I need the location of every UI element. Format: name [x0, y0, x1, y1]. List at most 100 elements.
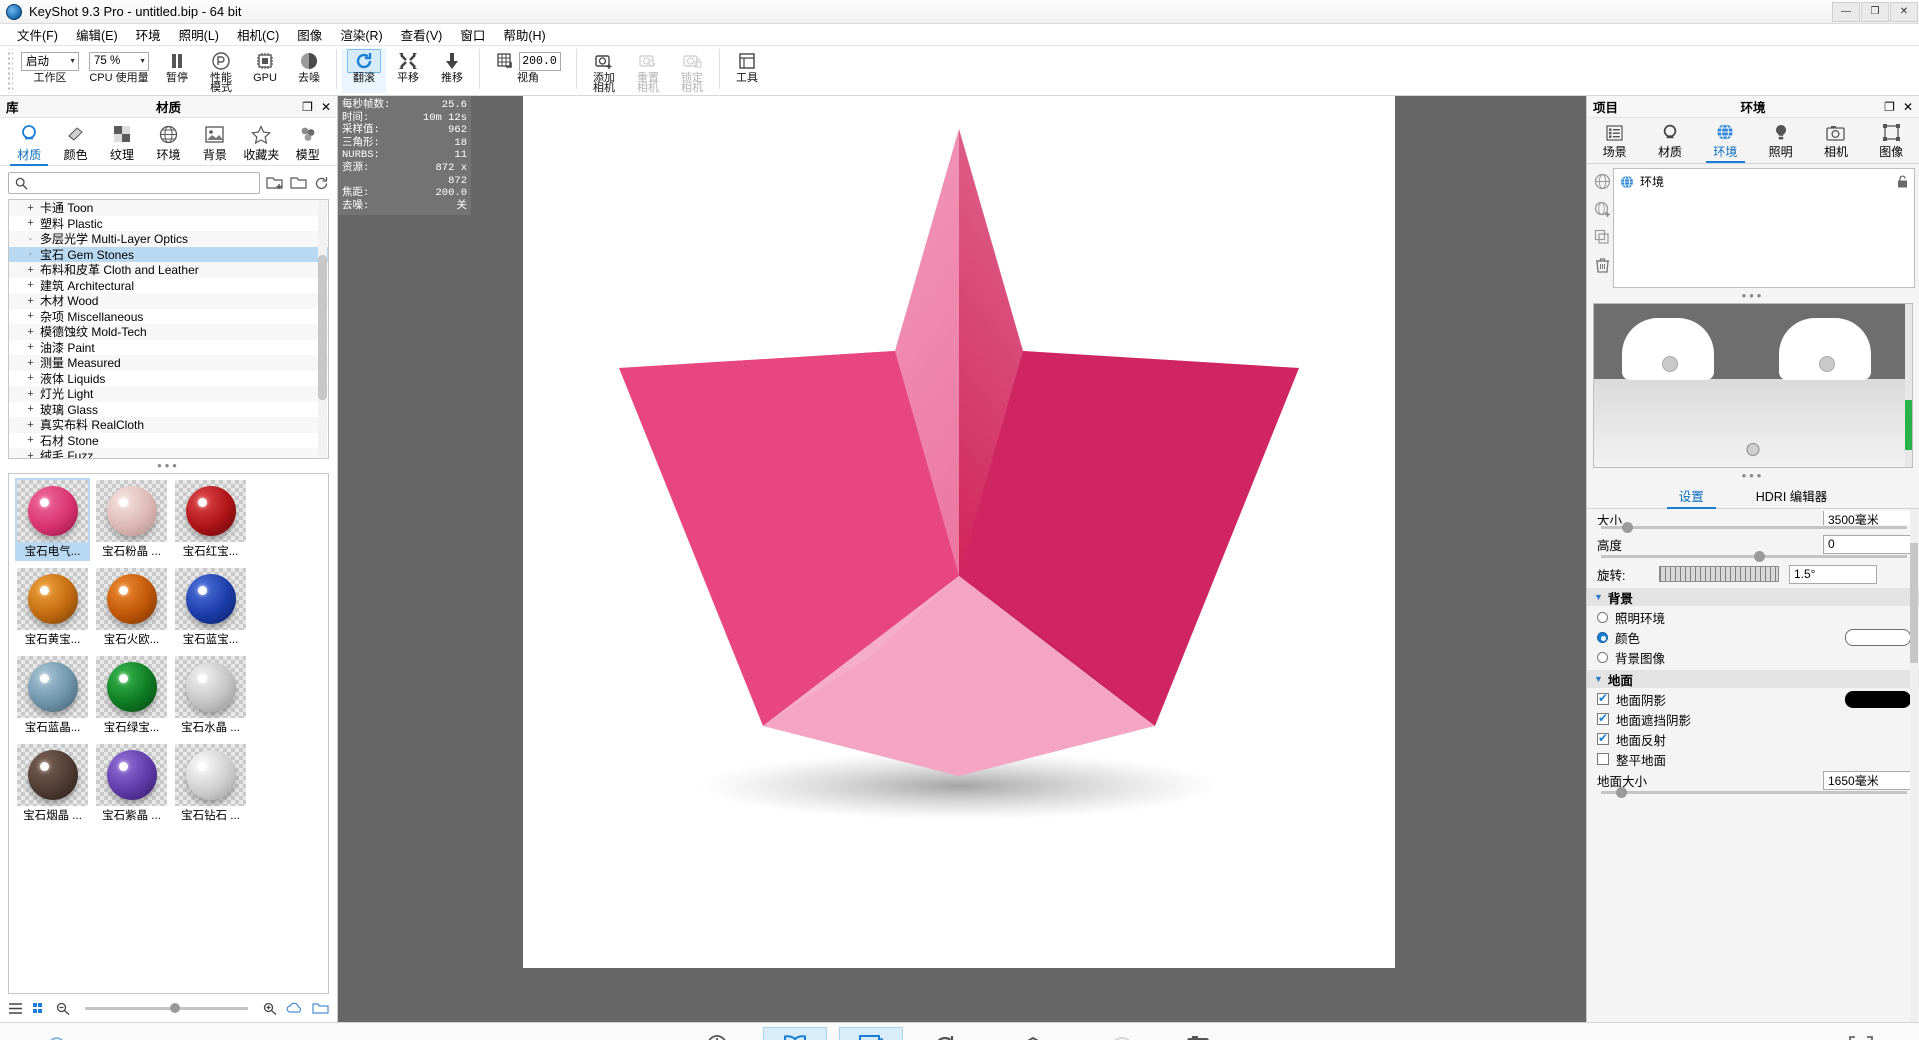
checkbox-ground-reflection[interactable] [1597, 731, 1609, 745]
pause-button[interactable]: 暂停 [155, 49, 199, 93]
tree-item[interactable]: + 液体 Liquids [9, 371, 328, 387]
hdri-pin-left[interactable] [1662, 356, 1678, 372]
material-item[interactable]: 宝石紫晶 ... [94, 742, 169, 825]
height-input[interactable]: 0 [1823, 534, 1911, 554]
project-tab-scene[interactable]: 场景 [1587, 118, 1642, 163]
project-tab-environment[interactable]: 环境 [1698, 118, 1753, 163]
expand-plus-icon[interactable]: + [25, 388, 36, 400]
hdri-splitter[interactable]: ••• [1587, 468, 1919, 483]
radio-lighting-environment[interactable] [1597, 611, 1608, 623]
project-tab-camera[interactable]: 相机 [1808, 118, 1863, 163]
render-viewport[interactable]: 每秒帧数: 25.6 时间: 10m 12s 采样值: 962 三角形: 18 NURB… [338, 96, 1586, 1022]
material-item[interactable]: 宝石绿宝... [94, 654, 169, 737]
rotation-dial[interactable] [1659, 566, 1779, 582]
material-item[interactable]: 宝石粉晶 ... [94, 478, 169, 561]
tree-item[interactable]: + 布料和皮革 Cloth and Leather [9, 262, 328, 278]
expand-plus-icon[interactable]: + [25, 403, 36, 415]
lock-icon[interactable] [1897, 175, 1908, 188]
expand-plus-icon[interactable]: + [25, 326, 36, 338]
library-tab-textures[interactable]: 纹理 [99, 120, 145, 165]
menu-edit[interactable]: 编辑(E) [67, 23, 127, 46]
library-tab-backplates[interactable]: 背景 [192, 120, 238, 165]
globe-grey-icon[interactable] [1594, 173, 1611, 190]
project-tab-lighting[interactable]: 照明 [1753, 118, 1808, 163]
hdri-scrollbar[interactable] [1905, 304, 1912, 467]
keyvr-button[interactable]: KeyVR [1087, 1027, 1157, 1040]
expand-plus-icon[interactable]: + [25, 450, 36, 458]
tree-item[interactable]: + 石材 Stone [9, 433, 328, 449]
properties-scrollbar[interactable] [1910, 509, 1918, 1022]
gpu-button[interactable]: GPU [243, 49, 287, 93]
height-slider[interactable] [1601, 551, 1907, 562]
denoise-button[interactable]: 去噪 [287, 49, 331, 93]
library-search-box[interactable] [8, 172, 260, 194]
ground-shadow-row[interactable]: 地面阴影 [1587, 688, 1919, 708]
settings-tab-hdri-editor[interactable]: HDRI 编辑器 [1756, 486, 1828, 508]
tools-button[interactable]: 工具 [725, 49, 769, 93]
material-item[interactable]: 宝石钻石 ... [173, 742, 248, 825]
close-button[interactable]: ✕ [1890, 1, 1918, 22]
keyshotxr-button[interactable]: KeyShotXR [991, 1027, 1075, 1040]
add-folder-icon[interactable] [266, 175, 284, 191]
radio-background-image[interactable] [1597, 651, 1608, 663]
background-section-header[interactable]: ▼ 背景 [1587, 588, 1919, 606]
reset-camera-button[interactable]: 重置 相机 [626, 49, 670, 94]
project-close-icon[interactable]: ✕ [1903, 100, 1913, 114]
tree-item[interactable]: - 多层光学 Multi-Layer Optics [9, 231, 328, 247]
render-canvas[interactable] [523, 96, 1395, 968]
background-option-color[interactable]: 颜色 [1587, 626, 1919, 646]
tree-scroll-thumb[interactable] [318, 255, 327, 400]
size-slider[interactable] [1601, 522, 1907, 533]
menu-render[interactable]: 渲染(R) [331, 23, 391, 46]
menu-lighting[interactable]: 照明(L) [170, 23, 228, 46]
tree-item[interactable]: + 灯光 Light [9, 386, 328, 402]
background-option-lighting-environment[interactable]: 照明环境 [1587, 606, 1919, 626]
ground-occlusion-row[interactable]: 地面遮挡阴影 [1587, 708, 1919, 728]
workspace-combo[interactable]: 启动 ▼ [21, 51, 79, 71]
project-tab-image[interactable]: 图像 [1864, 118, 1919, 163]
library-search-input[interactable] [33, 176, 259, 190]
menu-help[interactable]: 帮助(H) [494, 23, 554, 46]
library-tab-environments[interactable]: 环境 [145, 120, 191, 165]
project-tab-material[interactable]: 材质 [1642, 118, 1697, 163]
material-item[interactable]: 宝石黄宝... [15, 566, 90, 649]
menu-image[interactable]: 图像 [288, 23, 331, 46]
ground-reflection-row[interactable]: 地面反射 [1587, 728, 1919, 748]
cpu-usage-combo[interactable]: 75 % ▼ [89, 51, 149, 71]
tree-item[interactable]: + 木材 Wood [9, 293, 328, 309]
library-tab-favorites[interactable]: 收藏夹 [238, 120, 284, 165]
menu-environment[interactable]: 环境 [127, 23, 170, 46]
background-option-image[interactable]: 背景图像 [1587, 646, 1919, 666]
environment-list-splitter[interactable]: ••• [1587, 288, 1919, 303]
size-input[interactable]: 3500毫米 [1823, 511, 1911, 525]
menu-camera[interactable]: 相机(C) [228, 23, 288, 46]
hdri-pin-right[interactable] [1819, 356, 1835, 372]
trash-icon[interactable] [1595, 257, 1610, 274]
ground-size-slider[interactable] [1601, 787, 1907, 798]
environment-list-item[interactable]: 环境 [1614, 169, 1914, 194]
folder-icon[interactable] [312, 1002, 329, 1015]
globe-add-icon[interactable] [1594, 201, 1611, 218]
tree-item[interactable]: + 真实布料 RealCloth [9, 417, 328, 433]
add-camera-button[interactable]: 添加 相机 [582, 49, 626, 94]
tree-item[interactable]: + 测量 Measured [9, 355, 328, 371]
cpu-usage-selector[interactable]: 75 % ▼ CPU 使用量 [83, 49, 155, 93]
lock-camera-button[interactable]: 锁定 相机 [670, 49, 714, 94]
menu-file[interactable]: 文件(F) [8, 23, 67, 46]
expand-plus-icon[interactable]: + [25, 279, 36, 291]
import-button[interactable]: 导入 [687, 1027, 751, 1040]
background-color-swatch[interactable] [1845, 628, 1911, 646]
material-item[interactable]: 宝石火欧... [94, 566, 169, 649]
material-item[interactable]: 宝石水晶 ... [173, 654, 248, 737]
expand-plus-icon[interactable]: + [25, 357, 36, 369]
rotation-input[interactable]: 1.5° [1789, 564, 1877, 584]
tree-item[interactable]: + 绒毛 Fuzz [9, 448, 328, 458]
zoom-in-icon[interactable] [263, 1002, 277, 1015]
project-button[interactable]: 项目 [838, 1026, 903, 1040]
fov-control[interactable]: 200.0 视角 [485, 49, 571, 93]
dolly-tool-button[interactable]: 推移 [430, 49, 474, 93]
slider-knob[interactable] [1616, 787, 1628, 798]
thumbnail-size-slider[interactable] [85, 1002, 248, 1013]
grid-view-icon[interactable] [32, 1002, 47, 1015]
tree-item[interactable]: + 油漆 Paint [9, 340, 328, 356]
